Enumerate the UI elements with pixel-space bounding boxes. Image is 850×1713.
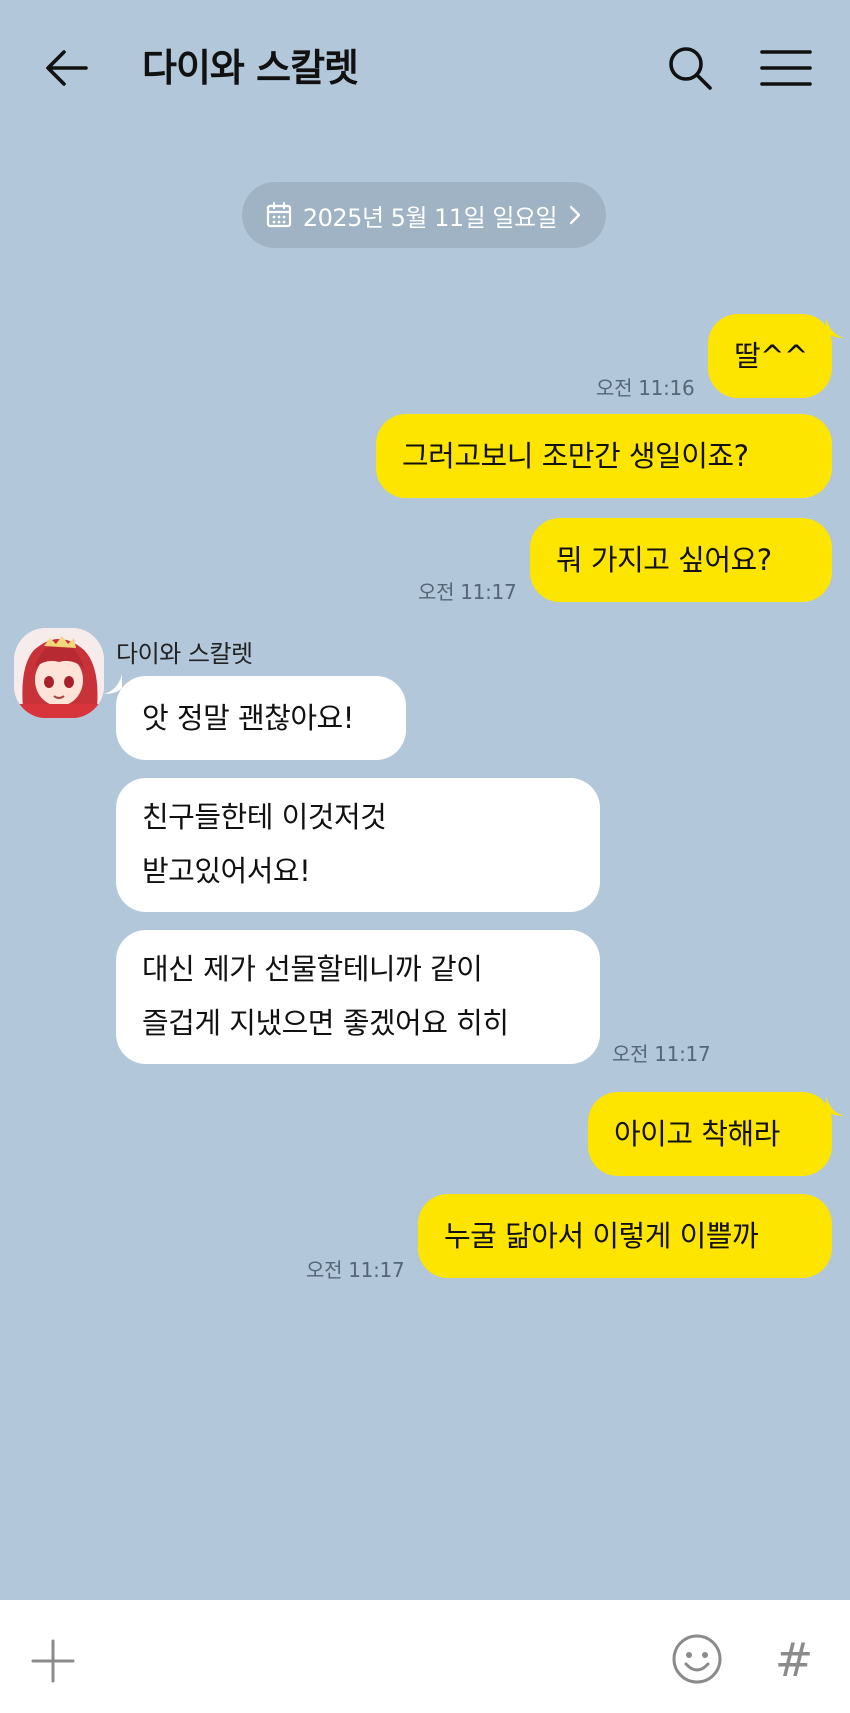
message-text: 그러고보니 조만간 생일이죠? [402,439,749,473]
arrow-left-icon [46,50,88,86]
plus-icon [31,1639,75,1683]
hamburger-menu-icon [760,50,812,86]
sender-name: 다이와 스칼렛 [116,640,253,668]
calendar-icon [266,201,291,228]
their-message-bubble[interactable]: 친구들한테 이것저것 받고있어서요! [116,778,600,912]
search-button[interactable] [664,42,716,94]
avatar[interactable] [14,628,104,718]
emoji-button[interactable] [670,1632,724,1686]
message-time: 오전 11:17 [612,1042,711,1066]
their-message-bubble[interactable]: 대신 제가 선물할테니까 같이 즐겁게 지냈으면 좋겠어요 히히 [116,930,600,1064]
bubble-tail [826,318,844,338]
chevron-right-icon [569,205,581,225]
message-text-line: 대신 제가 선물할테니까 같이 [142,952,483,986]
message-text-line: 받고있어서요! [142,854,311,888]
back-button[interactable] [42,42,94,94]
date-label: 2025년 5월 11일 일요일 [302,203,558,232]
my-message-bubble[interactable]: 딸^^ [708,314,832,398]
my-message-bubble[interactable]: 그러고보니 조만간 생일이죠? [376,414,832,498]
message-time: 오전 11:16 [596,376,695,400]
message-text: 아이고 착해라 [614,1117,780,1151]
bubble-tail [826,1096,844,1116]
message-input-bar: # [0,1600,850,1713]
date-divider[interactable]: 2025년 5월 11일 일요일 [242,182,606,248]
my-message-bubble[interactable]: 누굴 닮아서 이렇게 이쁠까 [418,1194,832,1278]
message-text: 누굴 닮아서 이렇게 이쁠까 [444,1219,759,1253]
message-text: 딸^^ [734,339,808,373]
their-message-bubble[interactable]: 앗 정말 괜찮아요! [116,676,406,760]
message-text: 앗 정말 괜찮아요! [142,701,354,735]
message-text-line: 친구들한테 이것저것 [142,800,387,834]
chat-screen: 다이와 스칼렛 2025년 5월 11일 일요일 오전 11:16 딸^^ 그러… [0,0,850,1713]
chat-title: 다이와 스칼렛 [142,46,359,90]
my-message-bubble[interactable]: 뭐 가지고 싶어요? [530,518,832,602]
emoji-icon [672,1634,722,1684]
my-message-bubble[interactable]: 아이고 착해라 [588,1092,832,1176]
search-icon [669,47,712,90]
avatar-image [14,628,104,718]
message-text-line: 즐겁게 지냈으면 좋겠어요 히히 [142,1006,509,1040]
message-text: 뭐 가지고 싶어요? [556,543,772,577]
chat-header: 다이와 스칼렛 [0,0,850,136]
menu-button[interactable] [758,42,814,94]
message-time: 오전 11:17 [306,1258,405,1282]
hashtag-button[interactable]: # [774,1636,814,1684]
message-time: 오전 11:17 [418,580,517,604]
attach-button[interactable] [30,1638,76,1684]
